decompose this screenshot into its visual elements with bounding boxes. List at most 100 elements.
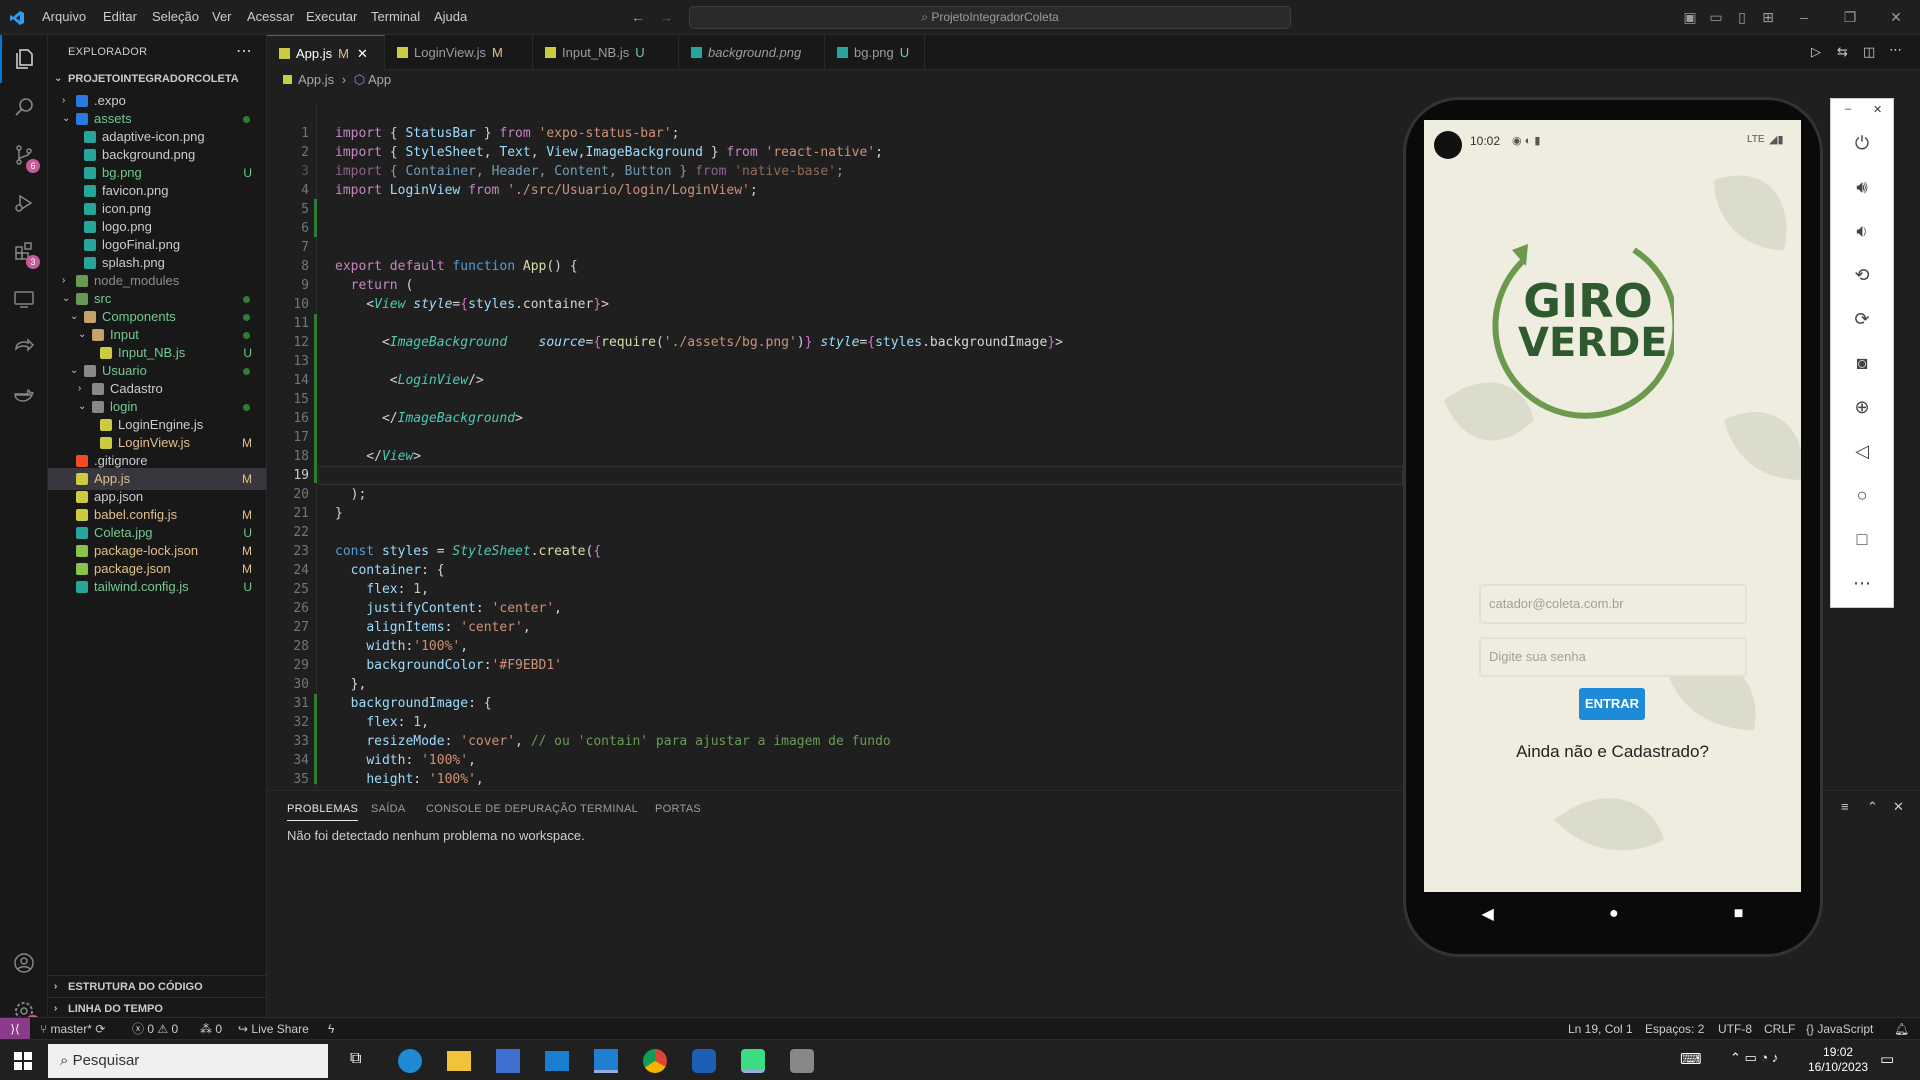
lightning-icon[interactable]: ϟ xyxy=(328,1018,334,1040)
chrome-icon[interactable] xyxy=(643,1049,667,1073)
panel-tab-terminal[interactable]: TERMINAL xyxy=(580,803,638,815)
panel-tab-ports[interactable]: PORTAS xyxy=(655,803,701,815)
menu-arquivo[interactable]: Arquivo xyxy=(42,9,86,24)
menu-terminal[interactable]: Terminal xyxy=(371,9,420,24)
close-tab-icon[interactable]: ✕ xyxy=(357,46,368,61)
rotate-right-icon[interactable]: ⟳ xyxy=(1831,297,1893,341)
panel-tab-problems[interactable]: PROBLEMAS xyxy=(287,803,359,821)
language-mode[interactable]: {} JavaScript xyxy=(1806,1018,1873,1040)
android-emulator-taskbar-icon[interactable] xyxy=(741,1049,765,1073)
tab-loginview-js[interactable]: LoginView.js M xyxy=(385,35,533,70)
tab-background-png[interactable]: background.png xyxy=(679,35,825,70)
notifications-bell-icon[interactable]: 🔔︎ xyxy=(1894,1018,1909,1040)
app-icon[interactable] xyxy=(692,1049,716,1073)
task-view-icon[interactable]: ⧉ xyxy=(350,1050,361,1068)
docker-icon[interactable] xyxy=(0,371,48,419)
more-actions-icon[interactable]: ⋯ xyxy=(1889,42,1902,58)
live-share-icon[interactable] xyxy=(0,323,48,371)
volume-down-icon[interactable]: 🔉︎ xyxy=(1831,209,1893,253)
run-icon[interactable]: ▷ xyxy=(1811,44,1821,60)
search-icon[interactable] xyxy=(0,83,48,131)
menu-acessar[interactable]: Acessar xyxy=(247,9,294,24)
accounts-icon[interactable] xyxy=(0,939,48,987)
menu-ver[interactable]: Ver xyxy=(212,9,232,24)
power-icon[interactable]: ⏻ xyxy=(1831,121,1893,165)
explorer-root[interactable]: ⌄ PROJETOINTEGRADORCOLETA xyxy=(48,68,266,90)
nav-recents-icon[interactable]: ■ xyxy=(1734,905,1744,923)
tray-icons[interactable]: ⌃ ▭ ◔ ♪ xyxy=(1730,1050,1778,1066)
tab-bg-png[interactable]: bg.png U xyxy=(825,35,925,70)
remote-explorer-icon[interactable] xyxy=(0,275,48,323)
customize-layout-icon[interactable]: ⊞ xyxy=(1760,9,1776,25)
panel-tab-debug-console[interactable]: CONSOLE DE DEPURAÇÃO xyxy=(426,803,577,815)
restore-icon[interactable]: ❐ xyxy=(1842,9,1858,25)
taskbar-search[interactable]: ⌕ Pesquisar xyxy=(48,1044,328,1078)
toggle-secondary-sidebar-icon[interactable]: ▯ xyxy=(1734,9,1750,25)
edge-icon[interactable] xyxy=(398,1049,422,1073)
cursor-position[interactable]: Ln 19, Col 1 xyxy=(1568,1018,1633,1040)
live-share-indicator[interactable]: ↪ Live Share xyxy=(238,1018,309,1040)
tree-item[interactable]: tailwind.config.js U xyxy=(48,576,266,598)
android-studio-icon[interactable] xyxy=(790,1049,814,1073)
more-actions-icon[interactable]: ⋯ xyxy=(236,41,252,61)
filter-icon[interactable]: ≡ xyxy=(1841,799,1849,814)
overview-icon[interactable]: □ xyxy=(1831,517,1893,561)
taskbar-clock[interactable]: 19:02 16/10/2023 xyxy=(1808,1045,1868,1075)
nav-home-icon[interactable]: ● xyxy=(1609,905,1619,923)
outline-section[interactable]: › ESTRUTURA DO CÓDIGO xyxy=(48,975,266,997)
branch-indicator[interactable]: ⑂ master* ⟳ xyxy=(40,1018,105,1040)
ports-indicator[interactable]: ⁂ 0 xyxy=(200,1018,222,1040)
menu-selecao[interactable]: Seleção xyxy=(152,9,199,24)
menu-editar[interactable]: Editar xyxy=(103,9,137,24)
emulator-minimize-icon[interactable]: – xyxy=(1845,103,1851,115)
remote-indicator-icon[interactable]: ⟩⟨ xyxy=(0,1018,30,1040)
close-window-icon[interactable]: ✕ xyxy=(1888,9,1904,25)
signup-link[interactable]: Ainda não e Cadastrado? xyxy=(1424,742,1801,762)
run-debug-icon[interactable] xyxy=(0,179,48,227)
back-arrow-icon[interactable]: ← xyxy=(630,9,646,25)
notification-center-icon[interactable]: ▭ xyxy=(1880,1050,1894,1068)
tab-input-nb-js[interactable]: Input_NB.js U xyxy=(533,35,679,70)
rotate-left-icon[interactable]: ⟲ xyxy=(1831,253,1893,297)
mail-icon[interactable] xyxy=(545,1051,569,1071)
toggle-sidebar-icon[interactable]: ▣ xyxy=(1682,9,1698,25)
vscode-logo-icon[interactable] xyxy=(9,10,25,26)
explorer-icon[interactable] xyxy=(0,35,48,83)
emulator-close-icon[interactable]: ✕ xyxy=(1873,103,1882,116)
zoom-icon[interactable]: ⊕ xyxy=(1831,385,1893,429)
line-ending[interactable]: CRLF xyxy=(1764,1018,1795,1040)
panel-tab-output[interactable]: SAÍDA xyxy=(371,803,406,815)
windows-start-icon[interactable] xyxy=(14,1052,32,1070)
toggle-panel-icon[interactable]: ▭ xyxy=(1708,9,1724,25)
vscode-taskbar-icon[interactable] xyxy=(594,1049,618,1073)
enter-button[interactable]: ENTRAR xyxy=(1579,688,1645,720)
forward-arrow-icon[interactable]: → xyxy=(658,9,674,25)
home-icon[interactable]: ○ xyxy=(1831,473,1893,517)
emulator-screen[interactable]: 10:02 ◉ ◐ ▮ LTE ◢▮ GIRO VERDE catador@co… xyxy=(1424,120,1801,892)
tab-app-js[interactable]: App.js M ✕ xyxy=(267,35,385,70)
menu-executar[interactable]: Executar xyxy=(306,9,357,24)
breadcrumb-symbol[interactable]: App xyxy=(368,72,391,87)
more-icon[interactable]: ⋯ xyxy=(1831,561,1893,605)
store-icon[interactable] xyxy=(496,1049,520,1073)
indentation[interactable]: Espaços: 2 xyxy=(1645,1018,1704,1040)
source-control-icon[interactable]: 6 xyxy=(0,131,48,179)
compare-changes-icon[interactable]: ⇆ xyxy=(1837,44,1848,60)
maximize-panel-icon[interactable]: ⌃ xyxy=(1867,799,1878,815)
volume-up-icon[interactable]: 🔊︎ xyxy=(1831,165,1893,209)
close-panel-icon[interactable]: ✕ xyxy=(1893,799,1904,815)
camera-icon[interactable]: ◙ xyxy=(1831,341,1893,385)
file-explorer-icon[interactable] xyxy=(447,1051,471,1071)
keyboard-icon[interactable]: ⌨ xyxy=(1680,1050,1702,1068)
timeline-section[interactable]: › LINHA DO TEMPO xyxy=(48,997,266,1019)
command-center[interactable]: ⌕ ProjetoIntegradorColeta xyxy=(689,6,1291,29)
menu-ajuda[interactable]: Ajuda xyxy=(434,9,467,24)
nav-back-icon[interactable]: ◀ xyxy=(1482,904,1494,924)
back-icon[interactable]: ◁ xyxy=(1831,429,1893,473)
encoding[interactable]: UTF-8 xyxy=(1718,1018,1752,1040)
problems-indicator[interactable]: ⓧ 0 ⚠ 0 xyxy=(132,1018,178,1040)
breadcrumb-file[interactable]: App.js xyxy=(298,72,334,87)
split-editor-icon[interactable]: ◫ xyxy=(1863,44,1875,60)
password-field[interactable]: Digite sua senha xyxy=(1479,637,1747,677)
extensions-icon[interactable]: 3 xyxy=(0,227,48,275)
